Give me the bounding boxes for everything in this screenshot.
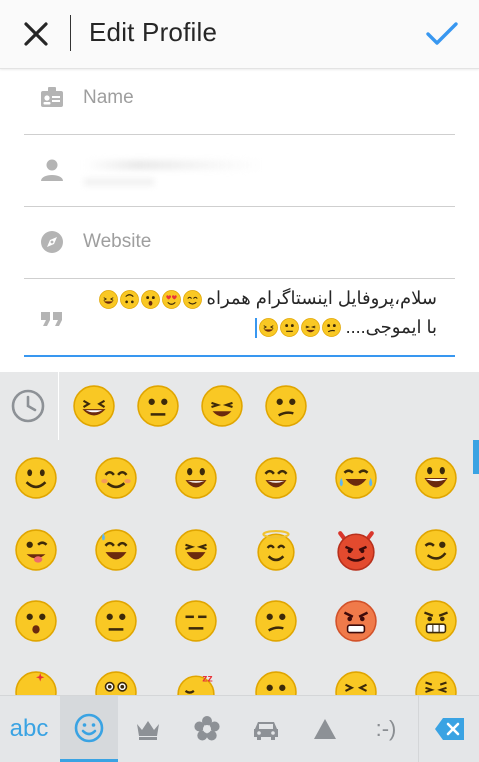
- delete-key[interactable]: [418, 696, 479, 762]
- upside-down-face-icon: [119, 289, 139, 309]
- backspace-icon: [435, 718, 464, 740]
- app-header: Edit Profile: [0, 0, 479, 69]
- persevering-face-icon[interactable]: [415, 671, 457, 695]
- winking-tongue-icon[interactable]: [15, 529, 57, 571]
- emoji-scrollbar[interactable]: [473, 440, 479, 474]
- emoticon-label: :-): [375, 716, 397, 741]
- name-placeholder: Name: [83, 87, 134, 108]
- checkmark-icon[interactable]: [424, 18, 460, 50]
- bio-line-2: با ایموجی....: [80, 313, 437, 342]
- confused-face-icon[interactable]: [265, 385, 307, 427]
- header-divider: [70, 15, 71, 51]
- devil-face-icon[interactable]: [335, 529, 377, 571]
- page-title: Edit Profile: [89, 17, 218, 47]
- sweat-grin-icon[interactable]: [95, 529, 137, 571]
- neutral-face-icon[interactable]: [255, 671, 297, 695]
- car-icon: [254, 722, 278, 740]
- sparkle-face-icon[interactable]: [15, 671, 57, 695]
- astonished-face-icon[interactable]: [95, 671, 137, 695]
- confused-face-icon[interactable]: [255, 600, 297, 642]
- username-redacted: [84, 160, 264, 170]
- neutral-face-icon[interactable]: [95, 600, 137, 642]
- website-placeholder: Website: [83, 231, 152, 252]
- abc-label: abc: [9, 715, 49, 742]
- grinning-squint-icon: [98, 289, 118, 309]
- recent-separator: [58, 372, 59, 440]
- username-field[interactable]: [24, 134, 455, 207]
- triangle-icon: [314, 719, 336, 739]
- tears-of-joy-icon[interactable]: [335, 457, 377, 499]
- sleeping-face-icon[interactable]: zz: [175, 671, 217, 695]
- recent-emoji-bar: [0, 372, 479, 441]
- bio-text[interactable]: سلام،پروفایل اینستاگرام همراه با ایموجی.…: [80, 284, 437, 342]
- text-cursor: [254, 318, 257, 339]
- winking-face-icon[interactable]: [415, 529, 457, 571]
- compass-icon: [41, 231, 63, 253]
- surprised-face-icon: [140, 289, 160, 309]
- bio-inline-emojis-2: [254, 318, 341, 339]
- tab-flower[interactable]: [178, 696, 236, 762]
- tab-car[interactable]: [237, 696, 295, 762]
- smiley-icon: [74, 713, 104, 742]
- confused-face-icon: [321, 318, 341, 338]
- clock-icon[interactable]: [10, 388, 46, 424]
- tab-symbols[interactable]: [296, 696, 354, 762]
- website-field[interactable]: Website: [24, 206, 455, 279]
- smiling-eyes-closed-icon: [182, 289, 202, 309]
- laughing-face-icon: [300, 318, 320, 338]
- squinting-face-icon[interactable]: [335, 671, 377, 695]
- person-icon: [41, 159, 63, 181]
- smiling-face-icon[interactable]: [15, 457, 57, 499]
- flower-icon: [194, 716, 220, 741]
- emoji-category-bar: abc :-): [0, 695, 479, 762]
- svg-text:zz: zz: [202, 673, 213, 685]
- tab-emoticons[interactable]: :-): [357, 696, 415, 762]
- bio-inline-emojis-1: [98, 289, 202, 309]
- crown-icon: [137, 721, 159, 740]
- close-icon[interactable]: [20, 18, 52, 50]
- bio-line-2-text: با ایموجی....: [345, 317, 437, 337]
- heart-eyes-icon: [161, 289, 181, 309]
- laughing-face-icon[interactable]: [175, 529, 217, 571]
- emoji-grid: zz: [0, 440, 479, 695]
- bio-line-1: سلام،پروفایل اینستاگرام همراه: [80, 284, 437, 313]
- bio-line-1-text: سلام،پروفایل اینستاگرام همراه: [206, 288, 437, 308]
- id-card-icon: [41, 87, 63, 107]
- bio-field[interactable]: سلام،پروفایل اینستاگرام همراه با ایموجی.…: [24, 278, 455, 357]
- quote-icon: [41, 312, 62, 326]
- abc-keyboard-button[interactable]: abc: [0, 696, 58, 762]
- angry-face-icon[interactable]: [335, 600, 377, 642]
- username-redacted-2: [84, 178, 154, 186]
- grinning-eyes-closed-icon[interactable]: [255, 457, 297, 499]
- tab-smileys[interactable]: [60, 696, 118, 762]
- name-field[interactable]: Name: [24, 62, 455, 135]
- hushed-face-icon[interactable]: [15, 600, 57, 642]
- grinning-face-icon[interactable]: [175, 457, 217, 499]
- laughing-face-icon[interactable]: [201, 385, 243, 427]
- blushing-face-icon[interactable]: [95, 457, 137, 499]
- big-grin-icon[interactable]: [415, 457, 457, 499]
- neutral-face-icon[interactable]: [137, 385, 179, 427]
- grinning-squint-icon[interactable]: [73, 385, 115, 427]
- expressionless-face-icon[interactable]: [175, 600, 217, 642]
- grimacing-face-icon[interactable]: [415, 600, 457, 642]
- angel-face-icon[interactable]: [255, 529, 297, 571]
- neutral-face-icon: [279, 318, 299, 338]
- grinning-squint-icon: [258, 318, 278, 338]
- tab-crown[interactable]: [119, 696, 177, 762]
